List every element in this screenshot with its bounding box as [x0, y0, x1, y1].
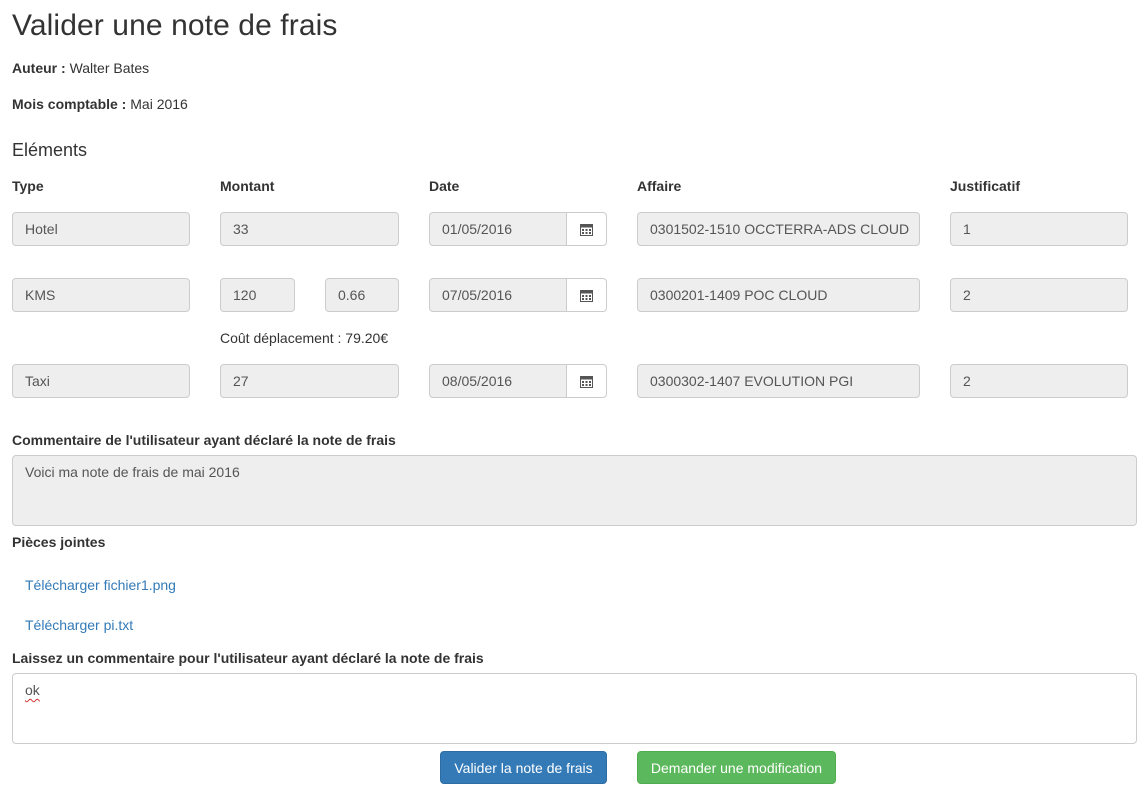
commentaire-validateur-text: ok	[25, 682, 40, 698]
calendar-button[interactable]	[567, 364, 607, 398]
affaire-field[interactable]: 0300201-1409 POC CLOUD	[637, 278, 920, 312]
cout-deplacement: Coût déplacement : 79.20€	[220, 330, 389, 346]
column-header-justificatif: Justificatif	[950, 178, 1021, 194]
auteur-line: Auteur : Walter Bates	[12, 58, 149, 78]
auteur-label: Auteur :	[12, 60, 66, 76]
auteur-value: Walter Bates	[69, 60, 150, 76]
column-header-montant: Montant	[220, 178, 275, 194]
mois-value: Mai 2016	[130, 96, 188, 112]
type-field[interactable]: Taxi	[12, 364, 190, 398]
kilometres-field[interactable]: 120	[220, 278, 295, 312]
taux-field[interactable]: 0.66	[325, 278, 399, 312]
commentaire-utilisateur-label: Commentaire de l'utilisateur ayant décla…	[12, 432, 396, 448]
column-header-affaire: Affaire	[637, 178, 682, 194]
date-field[interactable]: 01/05/2016	[429, 212, 567, 246]
column-header-type: Type	[12, 178, 44, 194]
demander-modification-button[interactable]: Demander une modification	[637, 751, 836, 784]
affaire-field[interactable]: 0300302-1407 EVOLUTION PGI	[637, 364, 920, 398]
montant-field[interactable]: 27	[220, 364, 399, 398]
commentaire-utilisateur-field[interactable]: Voici ma note de frais de mai 2016	[12, 455, 1137, 526]
commentaire-validateur-label: Laissez un commentaire pour l'utilisateu…	[12, 650, 484, 666]
page: Valider une note de frais Auteur : Walte…	[0, 0, 1137, 796]
column-header-date: Date	[429, 178, 460, 194]
date-field[interactable]: 08/05/2016	[429, 364, 567, 398]
calendar-button[interactable]	[567, 278, 607, 312]
elements-heading: Eléments	[12, 140, 88, 160]
calendar-button[interactable]	[567, 212, 607, 246]
date-field[interactable]: 07/05/2016	[429, 278, 567, 312]
commentaire-validateur-field[interactable]: ok	[12, 673, 1137, 744]
download-link-fichier1[interactable]: Télécharger fichier1.png	[25, 575, 176, 595]
calendar-icon	[580, 375, 593, 388]
type-field[interactable]: Hotel	[12, 212, 190, 246]
pieces-jointes-label: Pièces jointes	[12, 534, 106, 550]
mois-line: Mois comptable : Mai 2016	[12, 94, 188, 114]
affaire-field[interactable]: 0301502-1510 OCCTERRA-ADS CLOUD	[637, 212, 920, 246]
justificatif-field[interactable]: 1	[950, 212, 1128, 246]
type-field[interactable]: KMS	[12, 278, 190, 312]
justificatif-field[interactable]: 2	[950, 364, 1128, 398]
calendar-icon	[580, 223, 593, 236]
calendar-icon	[580, 289, 593, 302]
valider-button[interactable]: Valider la note de frais	[440, 751, 607, 784]
justificatif-field[interactable]: 2	[950, 278, 1128, 312]
montant-field[interactable]: 33	[220, 212, 399, 246]
page-title: Valider une note de frais	[12, 9, 338, 42]
download-link-pi[interactable]: Télécharger pi.txt	[25, 615, 133, 635]
mois-label: Mois comptable :	[12, 96, 127, 112]
